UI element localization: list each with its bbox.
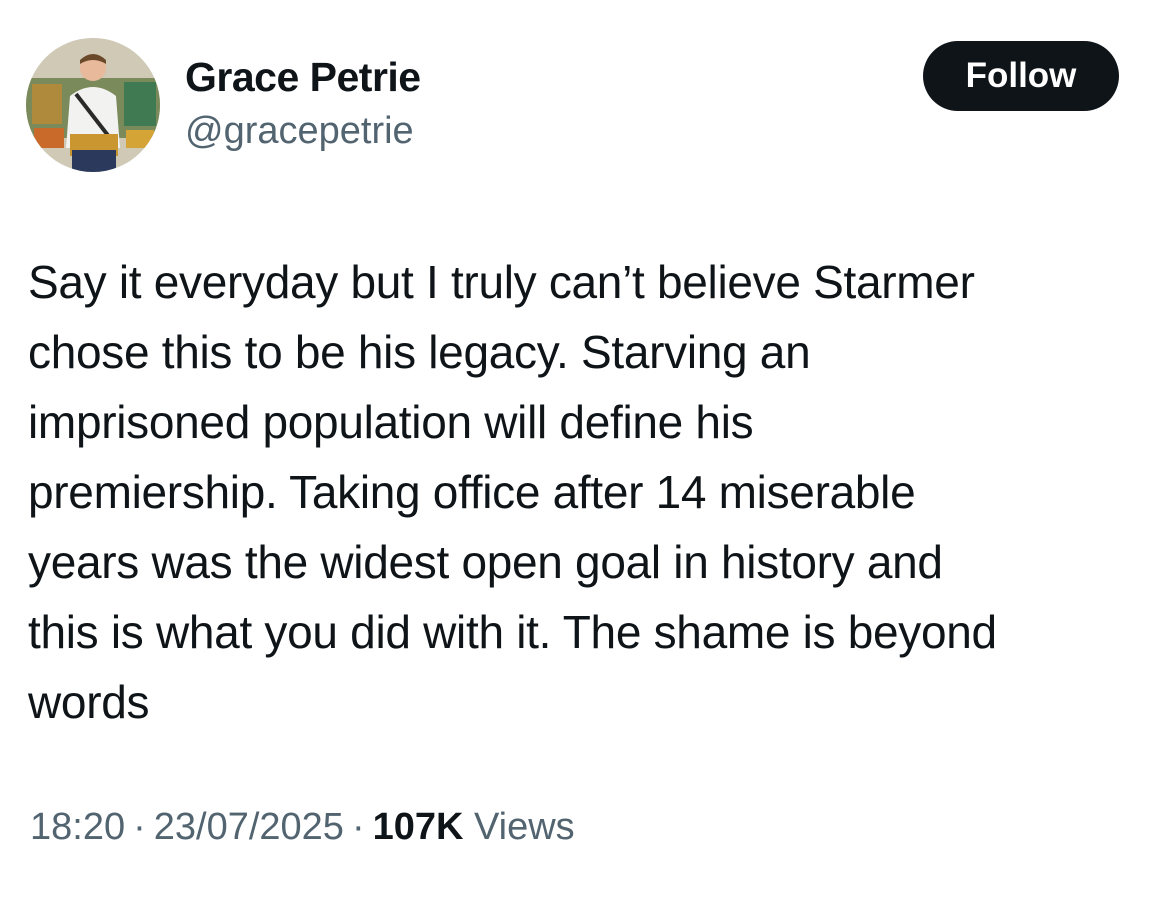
separator: · [351, 806, 365, 848]
display-name[interactable]: Grace Petrie [185, 54, 421, 101]
tweet-text-line: premiership. Taking office after 14 mise… [28, 466, 916, 518]
profile-photo-icon [26, 38, 160, 172]
avatar[interactable] [26, 38, 160, 172]
views-label[interactable]: Views [474, 806, 575, 848]
tweet-card: Grace Petrie @gracepetrie Follow Say it … [0, 0, 1170, 899]
tweet-text-line: words [28, 676, 150, 728]
views-count[interactable]: 107K [373, 806, 464, 848]
timestamp-time[interactable]: 18:20 [30, 806, 125, 848]
separator: · [133, 806, 146, 848]
tweet-meta: 18:20 · 23/07/2025 · 107K Views [30, 806, 575, 849]
timestamp-date[interactable]: 23/07/2025 [154, 806, 344, 848]
tweet-text: Say it everyday but I truly can’t believ… [28, 247, 1148, 737]
tweet-text-line: years was the widest open goal in histor… [28, 536, 943, 588]
follow-button[interactable]: Follow [923, 41, 1119, 111]
tweet-text-line: imprisoned population will define his [28, 396, 754, 448]
tweet-text-line: Say it everyday but I truly can’t believ… [28, 256, 975, 308]
handle[interactable]: @gracepetrie [185, 110, 414, 153]
tweet-text-line: chose this to be his legacy. Starving an [28, 326, 811, 378]
tweet-text-line: this is what you did with it. The shame … [28, 606, 997, 658]
